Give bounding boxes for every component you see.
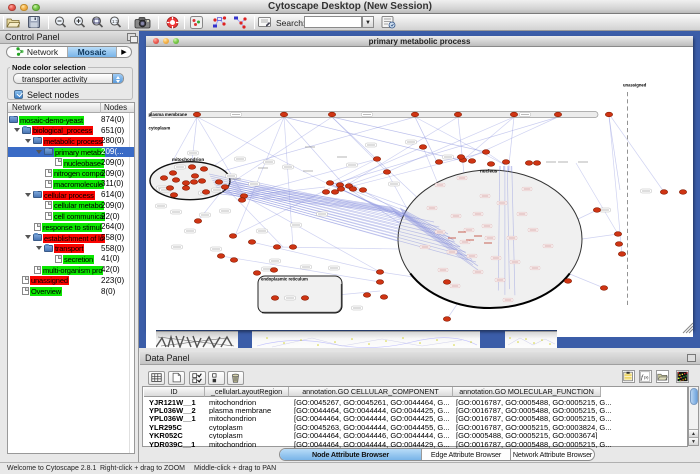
svg-text:endoplasmic reticulum: endoplasmic reticulum — [261, 277, 308, 282]
svg-text:plasma membrane: plasma membrane — [149, 112, 188, 117]
svg-text:cytoplasm: cytoplasm — [149, 126, 171, 131]
svg-text:nucleus: nucleus — [480, 169, 498, 174]
svg-text:(x): (x) — [644, 374, 649, 379]
svg-text:mitochondrion: mitochondrion — [172, 157, 204, 162]
svg-text:unassigned: unassigned — [623, 83, 647, 88]
svg-text:1:1: 1:1 — [112, 19, 119, 24]
